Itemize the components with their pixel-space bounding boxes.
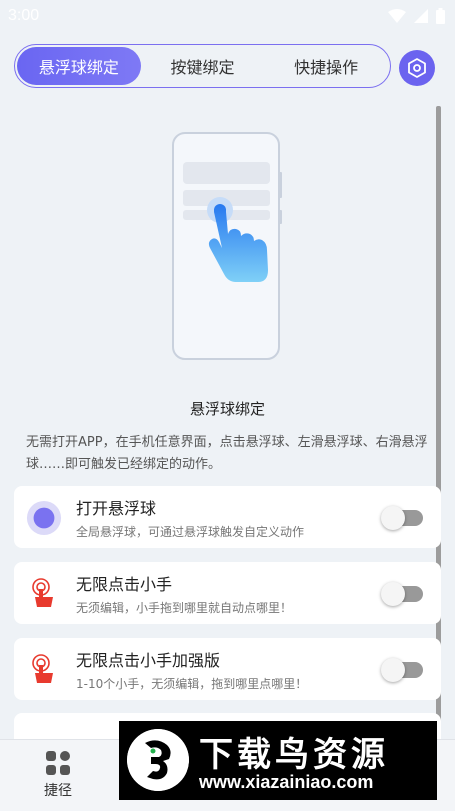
status-icons bbox=[388, 8, 445, 24]
phone-tap-illustration bbox=[172, 132, 282, 360]
settings-button[interactable] bbox=[399, 50, 435, 86]
wifi-icon bbox=[388, 9, 406, 23]
status-time: 3:00 bbox=[8, 7, 40, 24]
card-subtitle: 无须编辑，小手拖到哪里就自动点哪里！ bbox=[76, 601, 293, 615]
nav-label: 捷径 bbox=[44, 783, 72, 799]
tap-hand-icon bbox=[26, 652, 62, 688]
card-title: 无限点击小手加强版 bbox=[76, 651, 221, 670]
section-title: 悬浮球绑定 bbox=[189, 400, 265, 418]
grid-icon bbox=[46, 751, 70, 775]
infinite-tap-hand-plus-toggle[interactable] bbox=[381, 658, 423, 682]
watermark-banner: 下载鸟资源 www.xiazainiao.com bbox=[119, 721, 437, 800]
infinite-tap-hand-toggle[interactable] bbox=[381, 582, 423, 606]
card-infinite-tap-hand[interactable]: 无限点击小手 无须编辑，小手拖到哪里就自动点哪里！ bbox=[14, 562, 441, 624]
card-subtitle: 全局悬浮球，可通过悬浮球触发自定义动作 bbox=[76, 525, 305, 539]
status-bar: 3:00 bbox=[0, 0, 455, 32]
battery-icon bbox=[436, 8, 445, 24]
floating-ball-toggle[interactable] bbox=[381, 506, 423, 530]
bird-logo-icon bbox=[127, 729, 189, 791]
tap-hand-icon bbox=[26, 576, 62, 612]
tab-bar: 悬浮球绑定 按键绑定 快捷操作 bbox=[14, 44, 391, 88]
card-title: 无限点击小手 bbox=[76, 575, 173, 594]
card-infinite-tap-hand-plus[interactable]: 无限点击小手加强版 1-10个小手，无须编辑，拖到哪里点哪里！ bbox=[14, 638, 441, 700]
tab-floating-ball-binding[interactable]: 悬浮球绑定 bbox=[17, 47, 141, 85]
card-title: 打开悬浮球 bbox=[76, 499, 157, 518]
tab-key-binding[interactable]: 按键绑定 bbox=[141, 47, 265, 85]
hexagon-settings-icon bbox=[408, 58, 426, 78]
tab-quick-actions[interactable]: 快捷操作 bbox=[264, 47, 388, 85]
watermark-url: www.xiazainiao.com bbox=[199, 772, 374, 792]
nav-item-shortcuts[interactable]: 捷径 bbox=[30, 750, 86, 800]
card-subtitle: 1-10个小手，无须编辑，拖到哪里点哪里！ bbox=[76, 677, 308, 691]
card-floating-ball[interactable]: 打开悬浮球 全局悬浮球，可通过悬浮球触发自定义动作 bbox=[14, 486, 441, 548]
watermark-title: 下载鸟资源 bbox=[199, 735, 389, 775]
section-description: 无需打开APP，在手机任意界面，点击悬浮球、左滑悬浮球、右滑悬浮球……即可触发已… bbox=[26, 435, 428, 472]
floating-ball-icon bbox=[26, 500, 62, 536]
signal-icon bbox=[414, 9, 428, 23]
